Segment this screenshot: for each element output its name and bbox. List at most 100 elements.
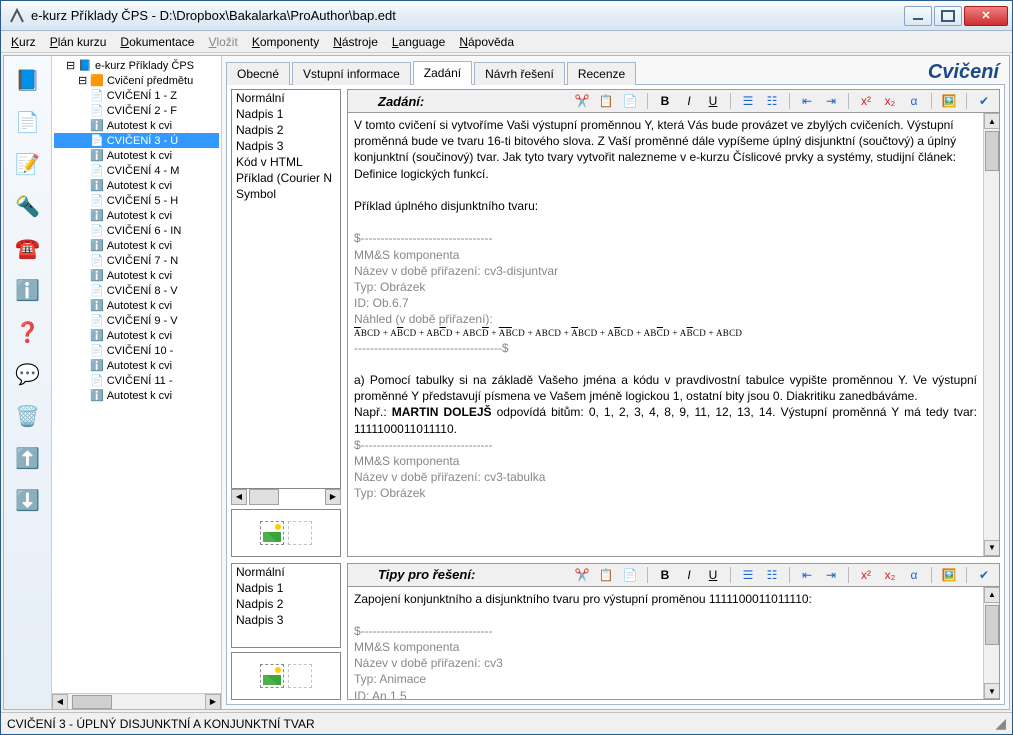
tree-item[interactable]: ℹ️ Autotest k cvi — [54, 298, 219, 313]
copy-icon[interactable]: 📋 — [597, 566, 615, 584]
tipy-styles-list[interactable]: NormálníNadpis 1Nadpis 2Nadpis 3 — [231, 563, 341, 649]
tree-root[interactable]: ⊟ 📘 e-kurz Příklady ČPS — [54, 58, 219, 73]
tree-item[interactable]: ℹ️ Autotest k cvi — [54, 148, 219, 163]
tree-item[interactable]: ℹ️ Autotest k cvi — [54, 208, 219, 223]
icon-info[interactable]: ℹ️ — [10, 272, 46, 308]
tree-item[interactable]: 📄 CVIČENÍ 9 - V — [54, 313, 219, 328]
spell-icon[interactable]: ✔ — [975, 92, 993, 110]
scroll-right-icon[interactable]: ▶ — [325, 489, 341, 505]
scroll-down-icon[interactable]: ▼ — [984, 683, 1000, 699]
style-option[interactable]: Nadpis 1 — [232, 580, 340, 596]
tree-item[interactable]: ℹ️ Autotest k cvi — [54, 388, 219, 403]
icon-help[interactable]: ❓ — [10, 314, 46, 350]
underline-icon[interactable]: U — [704, 566, 722, 584]
icon-chat[interactable]: 💬 — [10, 356, 46, 392]
tab-navrh[interactable]: Návrh řešení — [474, 62, 565, 85]
tree-hscroll[interactable]: ◀ ▶ — [52, 693, 221, 709]
icon-doc[interactable]: 📄 — [10, 104, 46, 140]
underline-icon[interactable]: U — [704, 92, 722, 110]
zadani-vscroll[interactable]: ▲ ▼ — [983, 113, 999, 556]
menu-kurz[interactable]: Kurz — [11, 35, 36, 49]
list-bul-icon[interactable]: ☷ — [763, 566, 781, 584]
tab-recenze[interactable]: Recenze — [567, 62, 636, 85]
style-option[interactable]: Nadpis 2 — [232, 122, 340, 138]
style-option[interactable]: Příklad (Courier N — [232, 170, 340, 186]
minimize-button[interactable] — [904, 6, 932, 26]
style-option[interactable]: Nadpis 1 — [232, 106, 340, 122]
tree-item[interactable]: ℹ️ Autotest k cvi — [54, 328, 219, 343]
tree-item[interactable]: 📄 CVIČENÍ 6 - IN — [54, 223, 219, 238]
bold-icon[interactable]: B — [656, 92, 674, 110]
maximize-button[interactable] — [934, 6, 962, 26]
italic-icon[interactable]: I — [680, 566, 698, 584]
tree-sub[interactable]: ⊟ 🟧 Cvičení předmětu — [54, 73, 219, 88]
tree[interactable]: ⊟ 📘 e-kurz Příklady ČPS ⊟ 🟧 Cvičení před… — [52, 56, 221, 693]
icon-down[interactable]: ⬇️ — [10, 482, 46, 518]
menu-komponenty[interactable]: Komponenty — [252, 35, 319, 49]
bold-icon[interactable]: B — [656, 566, 674, 584]
arrows-icon[interactable] — [288, 664, 312, 688]
sup-icon[interactable]: x² — [857, 92, 875, 110]
icon-edit[interactable]: 📝 — [10, 146, 46, 182]
paste-icon[interactable]: 📄 — [621, 566, 639, 584]
italic-icon[interactable]: I — [680, 92, 698, 110]
indent-icon[interactable]: ⇥ — [822, 92, 840, 110]
alpha-icon[interactable]: α — [905, 92, 923, 110]
tree-item[interactable]: 📄 CVIČENÍ 3 - Ú — [54, 133, 219, 148]
tree-item[interactable]: 📄 CVIČENÍ 11 - — [54, 373, 219, 388]
sup-icon[interactable]: x² — [857, 566, 875, 584]
style-option[interactable]: Symbol — [232, 186, 340, 202]
cut-icon[interactable]: ✂️ — [573, 566, 591, 584]
cut-icon[interactable]: ✂️ — [573, 92, 591, 110]
spell-icon[interactable]: ✔ — [975, 566, 993, 584]
list-num-icon[interactable]: ☰ — [739, 92, 757, 110]
tab-vstupni[interactable]: Vstupní informace — [292, 62, 411, 85]
tree-item[interactable]: 📄 CVIČENÍ 5 - H — [54, 193, 219, 208]
copy-icon[interactable]: 📋 — [597, 92, 615, 110]
scroll-thumb[interactable] — [72, 695, 112, 709]
arrows-icon[interactable] — [288, 521, 312, 545]
style-option[interactable]: Normální — [232, 90, 340, 106]
outdent-icon[interactable]: ⇤ — [798, 566, 816, 584]
icon-trash[interactable]: 🗑️ — [10, 398, 46, 434]
menu-language[interactable]: Language — [392, 35, 445, 49]
tree-item[interactable]: ℹ️ Autotest k cvi — [54, 268, 219, 283]
style-option[interactable]: Nadpis 2 — [232, 596, 340, 612]
scroll-thumb[interactable] — [985, 605, 999, 645]
list-num-icon[interactable]: ☰ — [739, 566, 757, 584]
tree-item[interactable]: ℹ️ Autotest k cvi — [54, 118, 219, 133]
style-option[interactable]: Kód v HTML — [232, 154, 340, 170]
style-option[interactable]: Nadpis 3 — [232, 138, 340, 154]
scroll-thumb[interactable] — [985, 131, 999, 171]
tree-item[interactable]: 📄 CVIČENÍ 1 - Z — [54, 88, 219, 103]
outdent-icon[interactable]: ⇤ — [798, 92, 816, 110]
sub-icon[interactable]: x₂ — [881, 92, 899, 110]
tab-obecne[interactable]: Obecné — [226, 62, 290, 85]
tab-zadani[interactable]: Zadání — [413, 61, 472, 85]
tree-item[interactable]: 📄 CVIČENÍ 7 - N — [54, 253, 219, 268]
tree-item[interactable]: 📄 CVIČENÍ 8 - V — [54, 283, 219, 298]
picture-icon[interactable] — [260, 521, 284, 545]
sub-icon[interactable]: x₂ — [881, 566, 899, 584]
scroll-up-icon[interactable]: ▲ — [984, 113, 1000, 129]
styles-hscroll[interactable]: ◀ ▶ — [231, 489, 341, 505]
scroll-right-icon[interactable]: ▶ — [205, 694, 221, 710]
paste-icon[interactable]: 📄 — [621, 92, 639, 110]
list-bul-icon[interactable]: ☷ — [763, 92, 781, 110]
style-option[interactable]: Nadpis 3 — [232, 612, 340, 628]
tipy-content[interactable]: Zapojení konjunktního a disjunktního tva… — [348, 587, 983, 700]
zadani-styles-list[interactable]: NormálníNadpis 1Nadpis 2Nadpis 3Kód v HT… — [231, 89, 341, 489]
tree-item[interactable]: 📄 CVIČENÍ 4 - M — [54, 163, 219, 178]
menu-napoveda[interactable]: Nápověda — [459, 35, 514, 49]
scroll-thumb[interactable] — [249, 489, 279, 505]
close-button[interactable] — [964, 6, 1008, 26]
icon-match[interactable]: 🔦 — [10, 188, 46, 224]
tree-item[interactable]: 📄 CVIČENÍ 10 - — [54, 343, 219, 358]
tree-item[interactable]: ℹ️ Autotest k cvi — [54, 178, 219, 193]
tipy-vscroll[interactable]: ▲ ▼ — [983, 587, 999, 700]
indent-icon[interactable]: ⇥ — [822, 566, 840, 584]
scroll-left-icon[interactable]: ◀ — [52, 694, 68, 710]
resize-grip-icon[interactable]: ◢ — [995, 715, 1006, 732]
scroll-up-icon[interactable]: ▲ — [984, 587, 1000, 603]
icon-up[interactable]: ⬆️ — [10, 440, 46, 476]
